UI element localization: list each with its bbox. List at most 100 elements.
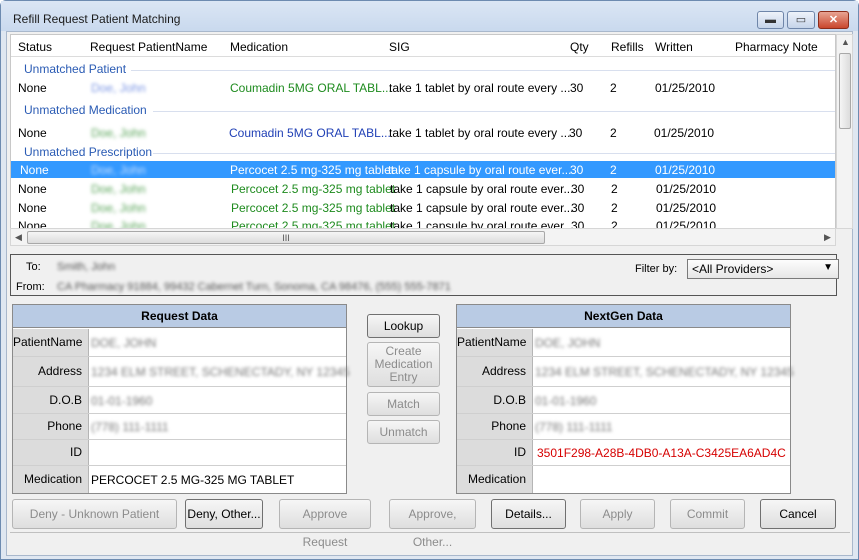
scroll-up-arrow-icon[interactable]: ▲	[841, 37, 850, 47]
request-row-address: Address 1234 ELM STREET, SCHENECTADY, NY…	[13, 357, 350, 387]
field-label: ID	[13, 440, 89, 465]
cell-qty: 30	[570, 163, 584, 177]
deny-other-button[interactable]: Deny, Other...	[185, 499, 263, 529]
table-row[interactable]: None Doe, John Percocet 2.5 mg-325 mg ta…	[11, 180, 835, 197]
commit-button[interactable]: Commit	[670, 499, 745, 529]
create-line: Entry	[389, 370, 418, 384]
col-qty[interactable]: Qty	[570, 40, 589, 54]
cell-sig: take 1 capsule by oral route ever...	[390, 182, 574, 196]
cell-written: 01/25/2010	[655, 163, 716, 177]
deny-unknown-patient-button[interactable]: Deny - Unknown Patient	[12, 499, 177, 529]
table-row[interactable]: None Doe, John Coumadin 5MG ORAL TABL...…	[11, 124, 835, 141]
request-data-panel: Request Data PatientName DOE, JOHN Addre…	[12, 304, 350, 494]
from-label: From:	[16, 281, 45, 293]
cell-medication: Percocet 2.5 mg-325 mg tablet	[230, 163, 395, 177]
to-value: Smith, John	[57, 261, 116, 273]
col-refills[interactable]: Refills	[611, 40, 644, 54]
grid-horizontal-scrollbar[interactable]: ◀ III ▶	[10, 228, 836, 246]
cell-sig: take 1 tablet by oral route every ...	[389, 81, 571, 95]
match-button[interactable]: Match	[367, 392, 440, 416]
horizontal-scroll-thumb[interactable]: III	[27, 231, 545, 244]
nextgen-row-medication: Medication	[457, 466, 790, 493]
table-row-selected[interactable]: None Doe, John Percocet 2.5 mg-325 mg ta…	[11, 161, 835, 178]
cell-written: 01/25/2010	[656, 201, 717, 215]
nextgen-row-id: ID 3501F298-A28B-4DB0-A13A-C3425EA6AD4C	[457, 440, 790, 466]
group-divider	[153, 153, 835, 154]
cell-status: None	[20, 163, 49, 177]
status-bar	[10, 532, 850, 554]
nextgen-data-title: NextGen Data	[457, 305, 790, 328]
field-value: (778) 111-1111	[91, 420, 169, 434]
vertical-scroll-thumb[interactable]	[839, 53, 851, 129]
field-value: 01-01-1960	[535, 394, 597, 408]
apply-button[interactable]: Apply	[580, 499, 655, 529]
approve-request-button[interactable]: Approve Request	[279, 499, 371, 549]
cell-medication: Coumadin 5MG ORAL TABL...	[230, 81, 392, 95]
field-value: PERCOCET 2.5 MG-325 MG TABLET	[91, 473, 295, 487]
cell-written: 01/25/2010	[656, 182, 717, 196]
col-patient-name[interactable]: Request PatientName	[90, 40, 207, 54]
create-line: Medication	[374, 357, 433, 371]
lookup-button[interactable]: Lookup	[367, 314, 440, 338]
filter-label: Filter by:	[635, 263, 678, 275]
group-unmatched-prescription[interactable]: Unmatched Prescription	[24, 145, 152, 159]
field-label: Phone	[457, 414, 533, 439]
cancel-button[interactable]: Cancel	[760, 499, 836, 529]
table-row[interactable]: None Doe, John Percocet 2.5 mg-325 mg ta…	[11, 199, 835, 216]
to-from-panel: To: Smith, John From: CA Pharmacy 91884,…	[10, 254, 839, 296]
refill-request-window: Refill Request Patient Matching ▬ ▭ ✕ St…	[0, 0, 859, 560]
nextgen-row-dob: D.O.B 01-01-1960	[457, 387, 790, 414]
scroll-right-arrow-icon[interactable]: ▶	[824, 232, 831, 243]
cell-status: None	[18, 126, 47, 140]
client-area: Status Request PatientName Medication SI…	[6, 31, 853, 556]
cell-patient: Doe, John	[91, 81, 146, 95]
field-label: D.O.B	[457, 387, 533, 413]
minimize-button[interactable]: ▬	[757, 11, 784, 29]
create-line: Create	[385, 344, 422, 358]
cell-written: 01/25/2010	[654, 126, 715, 140]
group-unmatched-medication[interactable]: Unmatched Medication	[24, 103, 147, 117]
cell-written: 01/25/2010	[655, 81, 716, 95]
group-unmatched-patient[interactable]: Unmatched Patient	[24, 62, 126, 76]
cell-qty: 30	[570, 81, 584, 95]
field-value: DOE, JOHN	[91, 336, 157, 350]
cell-patient: Doe, John	[91, 201, 146, 215]
field-value: 3501F298-A28B-4DB0-A13A-C3425EA6AD4C	[537, 446, 786, 460]
field-value: 1234 ELM STREET, SCHENECTADY, NY 12345	[535, 365, 794, 379]
nextgen-row-phone: Phone (778) 111-1111	[457, 414, 790, 440]
col-medication[interactable]: Medication	[230, 40, 288, 54]
col-written[interactable]: Written	[655, 40, 693, 54]
scroll-left-arrow-icon[interactable]: ◀	[15, 232, 22, 243]
cell-medication: Coumadin 5MG ORAL TABL...	[229, 126, 391, 140]
nextgen-row-address: Address 1234 ELM STREET, SCHENECTADY, NY…	[457, 357, 794, 387]
col-sig[interactable]: SIG	[389, 40, 410, 54]
table-row[interactable]: None Doe, John Coumadin 5MG ORAL TABL...…	[11, 79, 835, 96]
unmatch-button[interactable]: Unmatch	[367, 420, 440, 444]
details-button[interactable]: Details...	[491, 499, 566, 529]
group-divider	[153, 111, 835, 112]
grid-vertical-scrollbar[interactable]: ▲	[836, 34, 853, 229]
cell-sig: take 1 capsule by oral route ever...	[390, 201, 574, 215]
field-label: ID	[457, 440, 533, 465]
field-value: 1234 ELM STREET, SCHENECTADY, NY 12345	[91, 365, 350, 379]
title-bar: Refill Request Patient Matching ▬ ▭ ✕	[1, 1, 858, 31]
field-label: Address	[13, 357, 89, 386]
create-medication-entry-button[interactable]: Create Medication Entry	[367, 342, 440, 387]
cell-medication: Percocet 2.5 mg-325 mg tablet	[231, 182, 396, 196]
col-status[interactable]: Status	[18, 40, 52, 54]
refill-grid[interactable]: Status Request PatientName Medication SI…	[10, 34, 836, 246]
field-label: D.O.B	[13, 387, 89, 413]
close-button[interactable]: ✕	[818, 11, 849, 29]
cell-qty: 30	[569, 126, 583, 140]
col-pharmacy-note[interactable]: Pharmacy Note	[735, 40, 818, 54]
cell-patient: Doe, John	[91, 163, 146, 177]
approve-other-button[interactable]: Approve, Other...	[389, 499, 476, 549]
maximize-button[interactable]: ▭	[787, 11, 815, 29]
provider-filter-select[interactable]: <All Providers> ▼	[687, 259, 839, 279]
nextgen-data-panel: NextGen Data PatientName DOE, JOHN Addre…	[456, 304, 794, 494]
field-value: (778) 111-1111	[535, 420, 613, 434]
field-value: DOE, JOHN	[535, 336, 601, 350]
request-row-id: ID	[13, 440, 346, 466]
request-row-medication: Medication PERCOCET 2.5 MG-325 MG TABLET	[13, 466, 346, 493]
provider-filter-value: <All Providers>	[692, 262, 774, 276]
